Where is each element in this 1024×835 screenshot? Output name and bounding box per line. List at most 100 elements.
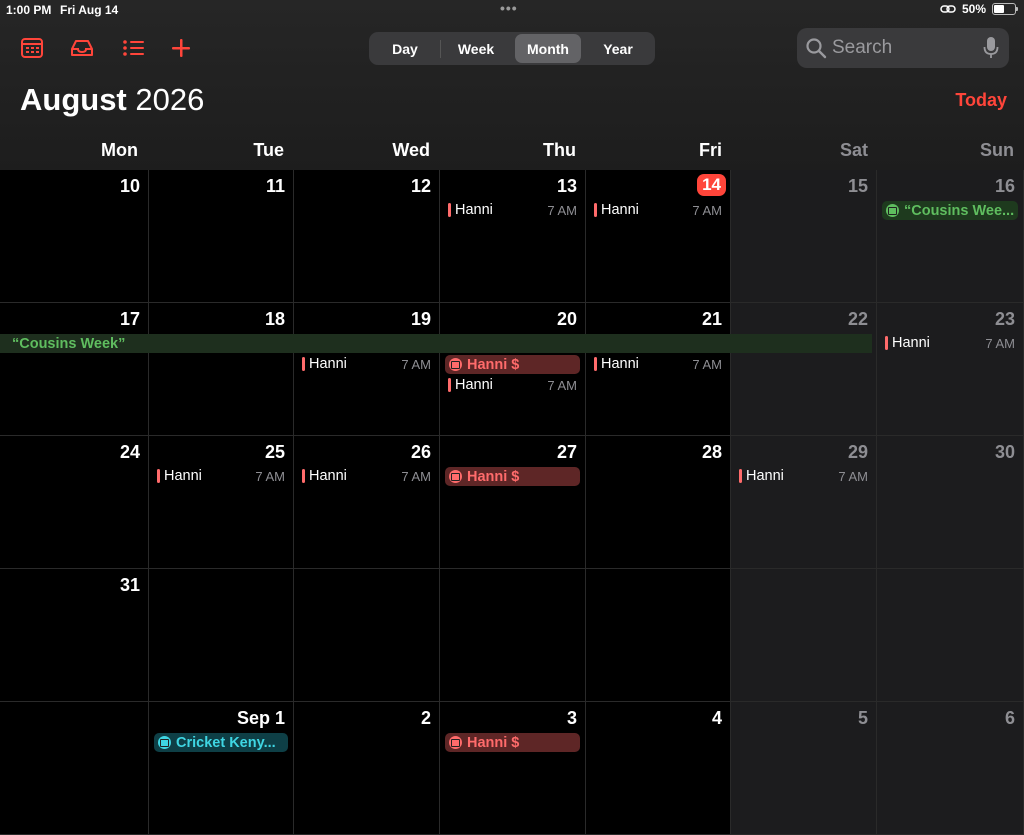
search-icon [806, 38, 827, 59]
day-number: 2 [420, 708, 431, 728]
day-cell[interactable]: 21 Hanni 7 AM [586, 303, 731, 436]
event-timed[interactable]: Hanni 7 AM [594, 355, 722, 373]
day-cell[interactable]: 23 Hanni 7 AM [877, 303, 1024, 436]
event-name: Hanni [601, 202, 639, 218]
list-icon[interactable] [120, 36, 146, 60]
day-cell[interactable]: Sep 1 Cricket Keny... [149, 702, 294, 835]
day-cell[interactable] [877, 569, 1024, 702]
event-time: 7 AM [547, 377, 577, 393]
day-cell[interactable]: 13 Hanni 7 AM [440, 170, 586, 303]
tab-year[interactable]: Year [583, 34, 653, 63]
tab-month[interactable]: Month [515, 34, 581, 63]
event-name: Hanni [455, 377, 493, 393]
day-number: 16 [994, 176, 1015, 196]
day-cell[interactable]: 17 [0, 303, 149, 436]
event-timed[interactable]: Hanni 7 AM [448, 201, 577, 219]
month-grid: 10 11 12 13 Hanni 7 AM 14 Hanni 7 AM 15 16 “Cousins… [0, 170, 1024, 835]
day-cell[interactable]: 15 [731, 170, 877, 303]
day-number: 3 [566, 708, 577, 728]
day-cell[interactable]: 4 [586, 702, 731, 835]
weekday-header: Fri [698, 140, 722, 160]
spanning-event-cousins-week[interactable]: “Cousins Week” [0, 334, 872, 353]
event-time: 7 AM [547, 202, 577, 218]
day-number: 26 [410, 442, 431, 462]
day-cell[interactable]: 28 [586, 436, 731, 569]
day-cell[interactable]: 5 [731, 702, 877, 835]
event-all-day[interactable]: “Cousins Wee... [882, 201, 1018, 220]
tab-day[interactable]: Day [371, 34, 439, 63]
day-cell[interactable] [586, 569, 731, 702]
day-cell[interactable]: 10 [0, 170, 149, 303]
day-cell[interactable]: 24 [0, 436, 149, 569]
event-time: 7 AM [692, 356, 722, 372]
calendar-icon[interactable] [19, 36, 45, 60]
event-name: Hanni [164, 468, 202, 484]
day-number: 27 [556, 442, 577, 462]
event-name: Hanni [455, 202, 493, 218]
event-all-day[interactable]: Cricket Keny... [154, 733, 288, 752]
event-name: Cricket Keny... [176, 734, 276, 751]
search-placeholder: Search [832, 37, 893, 58]
day-number: 19 [410, 309, 431, 329]
day-cell[interactable]: 31 [0, 569, 149, 702]
battery-percent: 50% [961, 2, 986, 16]
weekday-header: Wed [392, 140, 430, 160]
day-cell[interactable] [731, 569, 877, 702]
multitasking-dots-icon[interactable]: ••• [500, 0, 518, 16]
day-cell[interactable]: 27 Hanni $ [440, 436, 586, 569]
day-cell[interactable]: 30 [877, 436, 1024, 569]
event-all-day[interactable]: Hanni $ [445, 733, 580, 752]
event-timed[interactable]: Hanni 7 AM [594, 201, 722, 219]
day-cell[interactable]: 22 [731, 303, 877, 436]
calendar-color-bar [302, 357, 305, 371]
day-cell[interactable] [294, 569, 440, 702]
day-cell[interactable]: 19 Hanni 7 AM [294, 303, 440, 436]
event-all-day[interactable]: Hanni $ [445, 355, 580, 374]
event-all-day[interactable]: Hanni $ [445, 467, 580, 486]
microphone-icon[interactable] [983, 36, 999, 60]
day-cell[interactable]: 18 [149, 303, 294, 436]
tab-week[interactable]: Week [441, 34, 511, 63]
day-number: 25 [264, 442, 285, 462]
event-timed[interactable]: Hanni 7 AM [302, 355, 431, 373]
today-button[interactable]: Today [955, 90, 1007, 111]
inbox-icon[interactable] [69, 36, 95, 60]
day-cell[interactable]: 14 Hanni 7 AM [586, 170, 731, 303]
day-cell[interactable]: 11 [149, 170, 294, 303]
calendar-event-icon [449, 358, 462, 371]
event-timed[interactable]: Hanni 7 AM [448, 376, 577, 394]
day-cell[interactable]: 6 [877, 702, 1024, 835]
plus-icon[interactable] [168, 36, 194, 60]
day-cell[interactable]: 25 Hanni 7 AM [149, 436, 294, 569]
day-cell[interactable] [440, 569, 586, 702]
event-timed[interactable]: Hanni 7 AM [157, 467, 285, 485]
event-timed[interactable]: Hanni 7 AM [302, 467, 431, 485]
day-cell[interactable]: 16 “Cousins Wee... [877, 170, 1024, 303]
calendar-color-bar [739, 469, 742, 483]
day-cell[interactable] [0, 702, 149, 835]
day-cell[interactable]: 2 [294, 702, 440, 835]
event-timed[interactable]: Hanni 7 AM [885, 334, 1015, 352]
event-timed[interactable]: Hanni 7 AM [739, 467, 868, 485]
event-name: Hanni $ [467, 468, 520, 485]
weekday-header: Thu [543, 140, 576, 160]
day-number: 22 [847, 309, 868, 329]
day-number: 28 [701, 442, 722, 462]
link-icon [940, 5, 956, 13]
day-cell[interactable] [149, 569, 294, 702]
day-number: 12 [410, 176, 431, 196]
day-cell[interactable]: 3 Hanni $ [440, 702, 586, 835]
day-number: 21 [701, 309, 722, 329]
day-cell[interactable]: 20 Hanni $ Hanni 7 AM [440, 303, 586, 436]
calendar-event-icon [449, 736, 462, 749]
day-number: 15 [847, 176, 868, 196]
day-cell[interactable]: 12 [294, 170, 440, 303]
calendar-color-bar [302, 469, 305, 483]
status-right: 50% [940, 2, 1018, 16]
status-bar: 1:00 PM Fri Aug 14 ••• 50% [0, 0, 1024, 20]
day-number: 30 [994, 442, 1015, 462]
day-cell[interactable]: 29 Hanni 7 AM [731, 436, 877, 569]
event-time: 7 AM [401, 468, 431, 484]
search-field[interactable]: Search [797, 28, 1009, 68]
day-cell[interactable]: 26 Hanni 7 AM [294, 436, 440, 569]
